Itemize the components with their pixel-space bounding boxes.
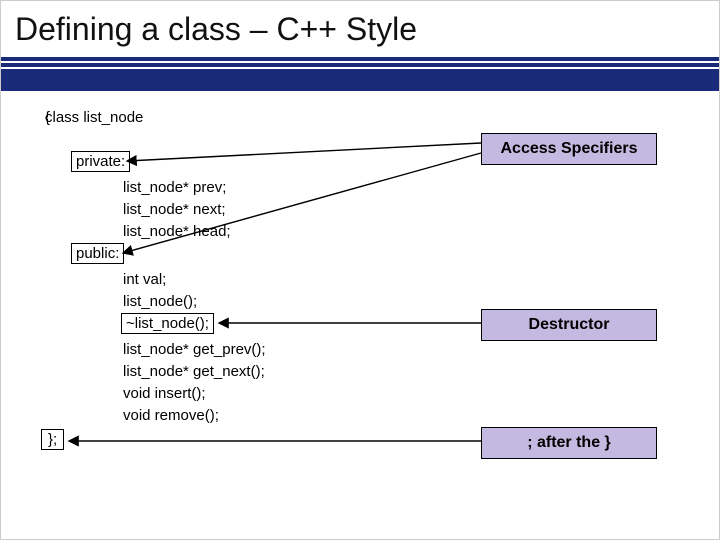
code-close-brace: }; [41, 429, 64, 450]
code-member-prev: list_node* prev; [123, 179, 226, 196]
callout-access-specifiers: Access Specifiers [481, 133, 657, 165]
title-band [1, 69, 719, 91]
slide-title: Defining a class – C++ Style [15, 11, 705, 48]
code-destructor: ~list_node(); [121, 313, 214, 334]
code-remove: void remove(); [123, 407, 219, 424]
code-get-prev: list_node* get_prev(); [123, 341, 266, 358]
code-insert: void insert(); [123, 385, 206, 402]
code-member-val: int val; [123, 271, 166, 288]
code-constructor: list_node(); [123, 293, 197, 310]
callout-destructor: Destructor [481, 309, 657, 341]
code-get-next: list_node* get_next(); [123, 363, 265, 380]
callout-semicolon: ; after the } [481, 427, 657, 459]
code-class-decl: class list_node [45, 109, 143, 126]
header: Defining a class – C++ Style [1, 1, 719, 52]
code-private-keyword: private: [71, 151, 130, 172]
code-member-next: list_node* next; [123, 201, 226, 218]
content-area: class list_node { private: list_node* pr… [45, 109, 699, 523]
code-member-head: list_node* head; [123, 223, 231, 240]
divider-line-1 [1, 57, 719, 61]
slide: Defining a class – C++ Style class list_… [0, 0, 720, 540]
code-open-brace: { [45, 109, 50, 126]
divider-line-2 [1, 63, 719, 67]
code-public-keyword: public: [71, 243, 124, 264]
